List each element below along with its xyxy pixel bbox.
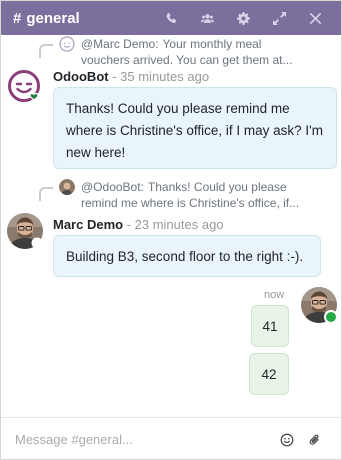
reply-quote[interactable]: @OdooBot: Thanks! Could you please remind… [39, 179, 311, 211]
users-icon [200, 13, 214, 23]
channel-title[interactable]: # general [13, 10, 80, 27]
online-status-dot [324, 310, 338, 324]
paperclip-icon [309, 434, 319, 445]
gear-icon [236, 11, 250, 25]
close-icon [309, 12, 321, 24]
message-time: - 35 minutes ago [112, 69, 210, 84]
call-button[interactable] [153, 1, 189, 35]
reply-author: @OdooBot: [81, 180, 144, 194]
reply-connector [39, 187, 53, 201]
reply-author: @Marc Demo: [81, 37, 159, 51]
message-input[interactable] [13, 431, 273, 448]
close-button[interactable] [297, 1, 333, 35]
message-bubble: Thanks! Could you please remind me where… [53, 87, 337, 169]
attach-button[interactable] [301, 426, 329, 454]
message-bubble: Building B3, second floor to the right :… [53, 235, 321, 277]
phone-icon [166, 12, 176, 23]
odoobot-mini-avatar [59, 179, 75, 195]
channel-name: general [26, 9, 80, 27]
smiley-icon [280, 433, 294, 446]
odoobot-mini-avatar [59, 36, 75, 52]
expand-icon [272, 11, 286, 25]
own-message-bubble: 42 [249, 353, 289, 395]
emoji-button[interactable] [273, 426, 301, 454]
message-body: Building B3, second floor to the right :… [66, 249, 304, 264]
marc-demo-avatar[interactable] [7, 213, 43, 249]
header-actions [153, 1, 333, 35]
message-body: 42 [261, 366, 277, 382]
message-body: 41 [262, 318, 278, 334]
reply-quote[interactable]: @Marc Demo: Your monthly meal vouchers ar… [39, 36, 311, 68]
message-time: - 23 minutes ago [126, 217, 224, 232]
message-body: Thanks! Could you please remind me where… [66, 101, 323, 160]
own-message-time: now [264, 289, 285, 301]
own-message-bubble: 41 [251, 305, 289, 347]
odoobot-avatar[interactable] [7, 69, 43, 105]
reply-connector [39, 44, 53, 58]
odoobot-face-icon [8, 70, 40, 102]
settings-button[interactable] [225, 1, 261, 35]
message-composer [1, 417, 341, 459]
chat-window-header[interactable]: # general [1, 1, 341, 35]
message-header: OdooBot - 35 minutes ago [53, 69, 209, 84]
chat-window: # general @Marc Demo: Your monthly meal … [0, 0, 342, 460]
message-thread[interactable]: @Marc Demo: Your monthly meal vouchers ar… [1, 35, 341, 417]
expand-button[interactable] [261, 1, 297, 35]
marc-demo-photo [7, 213, 43, 249]
author-name[interactable]: OdooBot [53, 69, 109, 84]
author-name[interactable]: Marc Demo [53, 217, 123, 232]
channel-hash: # [13, 9, 22, 27]
message-header: Marc Demo - 23 minutes ago [53, 217, 224, 232]
members-button[interactable] [189, 1, 225, 35]
